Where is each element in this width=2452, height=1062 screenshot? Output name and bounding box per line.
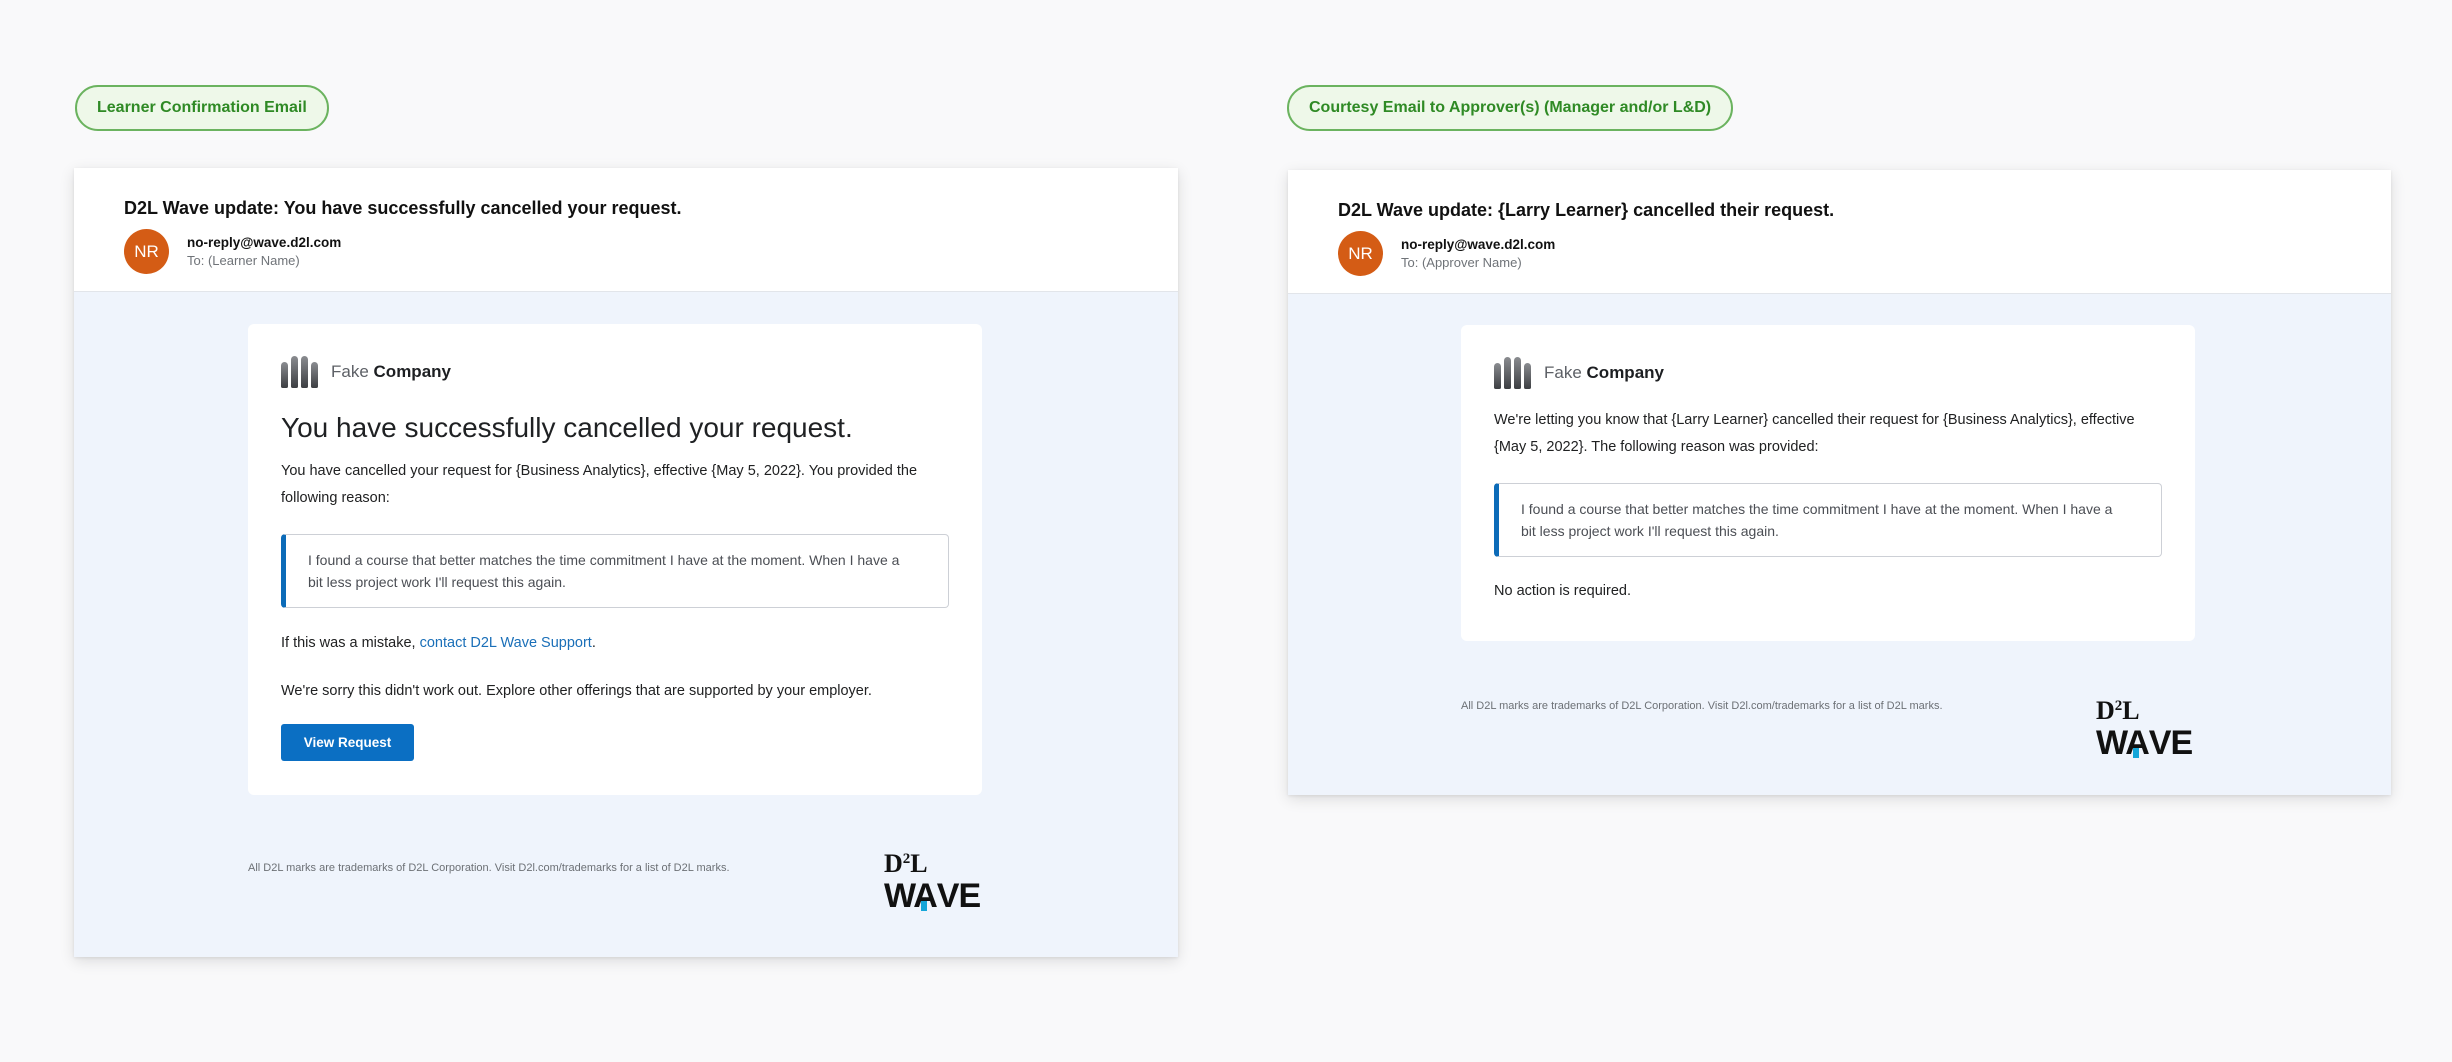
pill-text: Courtesy Email to Approver(s) (Manager a… [1309,99,1712,116]
mistake-text: If this was a mistake, contact D2L Wave … [281,635,596,651]
pill-text: Learner Confirmation Email [97,99,307,116]
email-title: You have successfully cancelled your req… [281,412,853,443]
contact-support-link[interactable]: contact D2L Wave Support [420,635,592,651]
approver-courtesy-email-label: Courtesy Email to Approver(s) (Manager a… [1287,85,1734,131]
d2l-wave-logo: D2L WA VE [884,849,981,915]
view-request-button[interactable]: View Request [281,724,414,761]
recipient: To: (Learner Name) [187,253,300,268]
email-header: D2L Wave update: You have successfully c… [74,168,1178,292]
reason-quote: I found a course that better matches the… [281,534,949,608]
learner-email-card: D2L Wave update: You have successfully c… [74,168,1178,957]
company-logo-icon [281,356,321,388]
email-body-panel: Fake Company You have successfully cance… [248,324,982,795]
wave-accent-icon [921,901,928,911]
wave-accent-icon [2133,748,2140,758]
body-text: You have cancelled your request for {Bus… [281,463,918,506]
email-subject: D2L Wave update: {Larry Learner} cancell… [1338,200,1835,220]
avatar: NR [1338,231,1383,276]
company-name: Company [1586,363,1664,382]
body-text: We're letting you know that {Larry Learn… [1494,412,2135,455]
no-action-text: No action is required. [1494,583,1632,599]
learner-confirmation-email-label: Learner Confirmation Email [75,85,329,131]
reason-quote: I found a course that better matches the… [1494,483,2162,557]
sender-row: NR no-reply@wave.d2l.com To: (Learner Na… [124,229,1128,274]
company-logo-icon [1494,357,1534,389]
trademark-note: All D2L marks are trademarks of D2L Corp… [248,862,730,874]
sorry-text: We're sorry this didn't work out. Explor… [281,683,872,699]
sender-row: NR no-reply@wave.d2l.com To: (Approver N… [1338,231,2341,276]
email-body-panel: Fake Company We're letting you know that… [1461,325,2195,641]
company-prefix: Fake [1544,363,1582,382]
approver-email-card: D2L Wave update: {Larry Learner} cancell… [1288,170,2391,795]
company-name: Company [373,362,451,381]
avatar: NR [124,229,169,274]
email-subject: D2L Wave update: You have successfully c… [124,198,682,218]
recipient: To: (Approver Name) [1401,255,1522,270]
company-prefix: Fake [331,362,369,381]
sender-email: no-reply@wave.d2l.com [187,235,342,250]
d2l-wave-logo: D2L WA VE [2096,696,2193,762]
email-header: D2L Wave update: {Larry Learner} cancell… [1288,170,2391,294]
trademark-note: All D2L marks are trademarks of D2L Corp… [1461,700,1943,712]
sender-email: no-reply@wave.d2l.com [1401,237,1556,252]
company-logo: Fake Company [281,356,949,388]
company-logo: Fake Company [1494,357,2162,389]
